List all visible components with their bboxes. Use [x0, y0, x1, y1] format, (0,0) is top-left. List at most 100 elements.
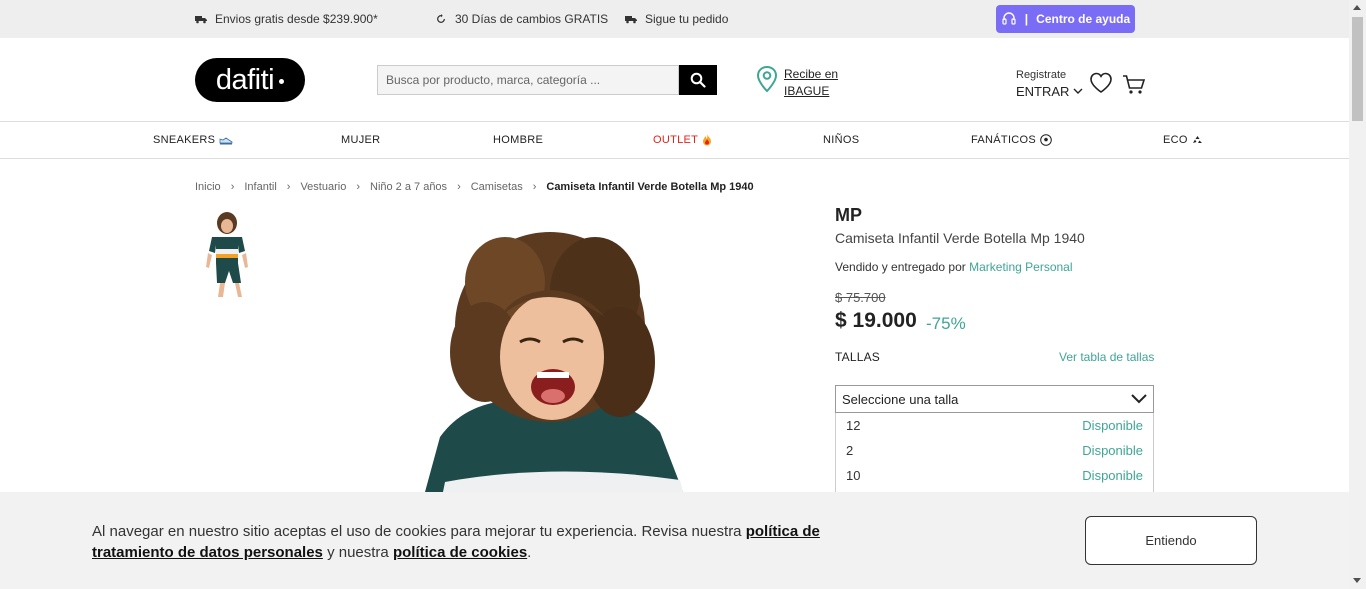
- sold-by-label: Vendido y entregado por: [835, 260, 966, 274]
- sizes-label: TALLAS: [835, 350, 880, 364]
- cookie-message: Al navegar en nuestro sitio aceptas el u…: [92, 521, 882, 563]
- product-brand[interactable]: MP: [835, 205, 862, 226]
- chevron-down-icon: [1073, 88, 1083, 94]
- nav-mujer-label: MUJER: [341, 134, 381, 146]
- size-option[interactable]: 12 Disponible: [836, 413, 1153, 438]
- returns-notice[interactable]: 30 Días de cambios GRATIS: [435, 12, 608, 26]
- discount-badge: -75%: [926, 314, 966, 333]
- shopping-cart-icon[interactable]: [1122, 74, 1146, 95]
- size-options-list: 12 Disponible 2 Disponible 10 Disponible: [835, 413, 1154, 493]
- location-city: IBAGUE: [784, 84, 830, 98]
- breadcrumb-link[interactable]: Niño 2 a 7 años: [370, 181, 447, 193]
- scrollbar-thumb[interactable]: [1352, 17, 1363, 121]
- refresh-icon: [437, 14, 445, 23]
- cookie-banner: Al navegar en nuestro sitio aceptas el u…: [0, 492, 1349, 589]
- nav-eco[interactable]: ECO: [1163, 134, 1203, 146]
- cookie-text-part: .: [527, 544, 532, 561]
- seller-link[interactable]: Marketing Personal: [969, 260, 1072, 274]
- returns-text: 30 Días de cambios GRATIS: [455, 12, 609, 26]
- fire-icon: [703, 134, 712, 146]
- help-center-label: Centro de ayuda: [1036, 12, 1131, 26]
- site-header: dafiti Recibe en IBAGUE Registrate ENTRA…: [0, 38, 1349, 122]
- nav-sneakers[interactable]: SNEAKERS: [153, 134, 233, 146]
- cookie-policy-link[interactable]: política de cookies: [393, 544, 527, 561]
- top-bar: Envios gratis desde $239.900* 30 Días de…: [0, 0, 1349, 38]
- nav-outlet-label: OUTLET: [653, 134, 699, 146]
- size-value: 12: [846, 418, 861, 433]
- nav-fanaticos[interactable]: FANÁTICOS: [971, 134, 1052, 146]
- nav-ninos-label: NIÑOS: [823, 134, 860, 146]
- size-option[interactable]: 2 Disponible: [836, 438, 1153, 463]
- chevron-right-icon: ›: [457, 181, 461, 193]
- dafiti-logo[interactable]: dafiti: [195, 58, 305, 102]
- sneaker-icon: [219, 137, 233, 144]
- cookie-text-part: y nuestra: [322, 544, 393, 561]
- scroll-down-arrow-icon[interactable]: [1353, 578, 1361, 583]
- delivery-location[interactable]: Recibe en IBAGUE: [756, 66, 838, 100]
- search-button[interactable]: [679, 65, 717, 95]
- location-label: Recibe en: [784, 67, 839, 81]
- search-bar: [377, 65, 717, 95]
- nav-eco-label: ECO: [1163, 134, 1188, 146]
- size-availability: Disponible: [1082, 468, 1143, 483]
- recycle-icon: [1192, 135, 1202, 143]
- location-text: Recibe en IBAGUE: [784, 66, 838, 100]
- breadcrumb-current: Camiseta Infantil Verde Botella Mp 1940: [546, 181, 754, 193]
- nav-fanaticos-label: FANÁTICOS: [971, 134, 1037, 146]
- truck-icon: [195, 16, 207, 24]
- search-input[interactable]: [377, 65, 679, 95]
- free-shipping-notice[interactable]: Envios gratis desde $239.900*: [195, 12, 378, 26]
- seller-info: Vendido y entregado por Marketing Person…: [835, 260, 1073, 274]
- scroll-up-arrow-icon[interactable]: [1353, 5, 1361, 10]
- chevron-right-icon: ›: [356, 181, 360, 193]
- breadcrumb-link[interactable]: Infantil: [244, 181, 276, 193]
- help-divider: |: [1024, 12, 1029, 26]
- breadcrumb-link[interactable]: Vestuario: [300, 181, 346, 193]
- track-order-link[interactable]: Sigue tu pedido: [625, 12, 728, 26]
- original-price: $ 75.700: [835, 290, 886, 305]
- size-availability: Disponible: [1082, 443, 1143, 458]
- location-pin-icon: [756, 66, 778, 92]
- nav-ninos[interactable]: NIÑOS: [823, 134, 859, 146]
- soccer-ball-icon: [1040, 134, 1052, 146]
- breadcrumb-link[interactable]: Inicio: [195, 181, 221, 193]
- size-option[interactable]: 10 Disponible: [836, 463, 1153, 488]
- login-label: ENTRAR: [1016, 84, 1070, 99]
- page-scrollbar[interactable]: [1349, 0, 1366, 589]
- headset-icon: [1002, 12, 1016, 25]
- accept-cookies-button[interactable]: Entiendo: [1085, 516, 1257, 565]
- cookie-text-part: Al navegar en nuestro sitio aceptas el u…: [92, 523, 746, 540]
- chevron-right-icon: ›: [230, 181, 235, 193]
- category-nav: SNEAKERS MUJER HOMBRE OUTLET NIÑOS FANÁT…: [0, 122, 1349, 159]
- free-shipping-text: Envios gratis desde $239.900*: [215, 12, 378, 26]
- track-order-text: Sigue tu pedido: [645, 12, 729, 26]
- size-select-placeholder: Seleccione una talla: [842, 391, 959, 407]
- chevron-down-icon: [1131, 394, 1147, 404]
- search-icon: [690, 72, 706, 88]
- chevron-right-icon: ›: [286, 181, 291, 193]
- size-select[interactable]: Seleccione una talla: [835, 385, 1154, 413]
- product-main-image[interactable]: [405, 222, 695, 492]
- truck-icon: [625, 16, 637, 24]
- login-dropdown[interactable]: ENTRAR: [1016, 84, 1083, 99]
- breadcrumb-link[interactable]: Camisetas: [471, 181, 523, 193]
- nav-sneakers-label: SNEAKERS: [153, 134, 216, 146]
- size-availability: Disponible: [1082, 418, 1143, 433]
- current-price: $ 19.000: [835, 309, 917, 332]
- register-link[interactable]: Registrate: [1016, 69, 1083, 81]
- logo-text: dafiti: [215, 63, 275, 96]
- size-value: 10: [846, 468, 861, 483]
- breadcrumb: Inicio › Infantil › Vestuario › Niño 2 a…: [195, 181, 754, 193]
- size-value: 2: [846, 443, 854, 458]
- nav-outlet[interactable]: OUTLET: [653, 134, 712, 146]
- wishlist-heart-icon[interactable]: [1089, 72, 1113, 94]
- nav-hombre-label: HOMBRE: [493, 134, 544, 146]
- account-menu[interactable]: Registrate ENTRAR: [1016, 69, 1083, 99]
- product-name: Camiseta Infantil Verde Botella Mp 1940: [835, 230, 1085, 246]
- size-table-link[interactable]: Ver tabla de tallas: [1059, 350, 1154, 364]
- nav-mujer[interactable]: MUJER: [341, 134, 380, 146]
- product-thumbnail[interactable]: [198, 211, 256, 299]
- logo-dot: [279, 78, 285, 84]
- nav-hombre[interactable]: HOMBRE: [493, 134, 543, 146]
- help-center-button[interactable]: | Centro de ayuda: [996, 5, 1135, 33]
